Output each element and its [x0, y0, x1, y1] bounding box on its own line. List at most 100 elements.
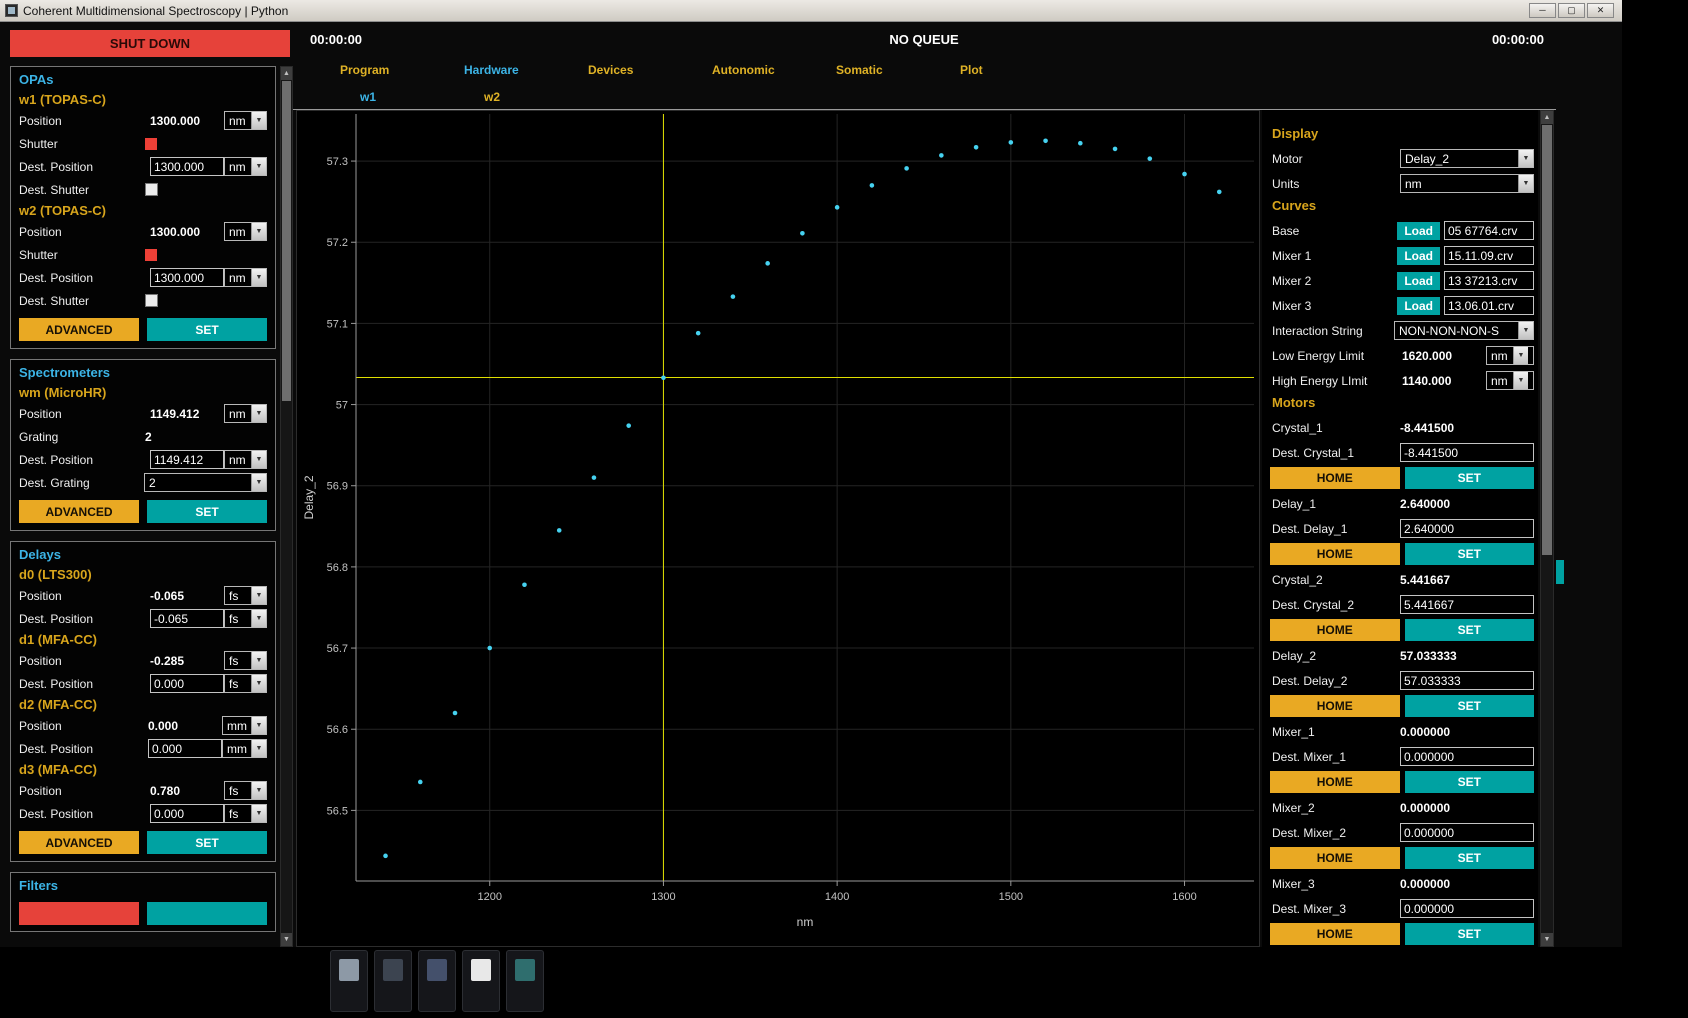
motor-dest-input[interactable] [1400, 519, 1534, 538]
scrollbar-thumb[interactable] [282, 81, 291, 401]
tab[interactable]: Devices [588, 63, 712, 77]
tab[interactable]: Autonomic [712, 63, 836, 77]
motor-dest-input[interactable] [1400, 899, 1534, 918]
curve-file-input[interactable] [1444, 221, 1534, 240]
load-button[interactable]: Load [1397, 247, 1440, 265]
motor-dest-input[interactable] [1400, 443, 1534, 462]
maximize-button[interactable]: ▢ [1558, 3, 1585, 18]
advanced-button[interactable]: ADVANCED [19, 831, 139, 854]
dest-shutter-checkbox[interactable] [145, 294, 158, 307]
load-button[interactable]: Load [1397, 272, 1440, 290]
close-button[interactable]: ✕ [1587, 3, 1614, 18]
panel-scrollbar[interactable]: ▲ ▼ [1540, 110, 1554, 947]
home-button[interactable]: HOME [1270, 847, 1400, 869]
home-button[interactable]: HOME [1270, 543, 1400, 565]
chevron-down-icon: ▼ [251, 269, 266, 286]
dest-units-dropdown[interactable]: nm▼ [224, 268, 267, 287]
filters-set-button[interactable] [147, 902, 267, 925]
motor-name: Delay_2 [1272, 649, 1400, 663]
position-units-dropdown[interactable]: fs▼ [224, 586, 267, 605]
position-units-dropdown[interactable]: fs▼ [224, 651, 267, 670]
motor-dest-input[interactable] [1400, 823, 1534, 842]
dest-units-dropdown[interactable]: mm▼ [222, 739, 267, 758]
scroll-down-icon[interactable]: ▼ [281, 933, 292, 946]
dest-position-input[interactable] [150, 804, 224, 823]
curve-row: Mixer 2 Load [1266, 268, 1536, 293]
set-button[interactable]: SET [1405, 467, 1535, 489]
position-units-dropdown[interactable]: nm▼ [224, 222, 267, 241]
scroll-up-icon[interactable]: ▲ [1541, 111, 1553, 124]
home-button[interactable]: HOME [1270, 467, 1400, 489]
shutdown-button[interactable]: SHUT DOWN [10, 30, 290, 57]
position-units-dropdown[interactable]: nm▼ [224, 111, 267, 130]
curve-file-input[interactable] [1444, 246, 1534, 265]
set-button[interactable]: SET [147, 831, 267, 854]
plot-area[interactable]: 1200130014001500160056.556.656.756.856.9… [296, 110, 1260, 947]
home-button[interactable]: HOME [1270, 619, 1400, 641]
home-button[interactable]: HOME [1270, 695, 1400, 717]
home-button[interactable]: HOME [1270, 771, 1400, 793]
tab[interactable]: Program [340, 63, 464, 77]
load-button[interactable]: Load [1397, 222, 1440, 240]
high-energy-units-dropdown[interactable]: nm▼ [1486, 371, 1534, 390]
set-button[interactable]: SET [147, 318, 267, 341]
tab[interactable]: Hardware [464, 63, 588, 77]
dest-shutter-checkbox[interactable] [145, 183, 158, 196]
splitter-handle[interactable] [1556, 560, 1564, 584]
curve-file-input[interactable] [1444, 271, 1534, 290]
display-title: Display [1266, 124, 1536, 146]
motor-dest-input[interactable] [1400, 595, 1534, 614]
dest-units-dropdown[interactable]: nm▼ [224, 157, 267, 176]
dest-position-input[interactable] [150, 450, 224, 469]
units-dropdown[interactable]: nm▼ [1400, 174, 1534, 193]
scrollbar-thumb[interactable] [1542, 125, 1552, 555]
set-button[interactable]: SET [1405, 923, 1535, 945]
set-button[interactable]: SET [1405, 619, 1535, 641]
motor-dropdown[interactable]: Delay_2▼ [1400, 149, 1534, 168]
scroll-down-icon[interactable]: ▼ [1541, 933, 1553, 946]
motor-dest-input[interactable] [1400, 747, 1534, 766]
subtab[interactable]: w2 [484, 90, 608, 104]
filters-button[interactable] [19, 902, 139, 925]
taskbar-icon[interactable] [462, 950, 500, 1012]
dest-units-dropdown[interactable]: fs▼ [224, 674, 267, 693]
curve-file-input[interactable] [1444, 296, 1534, 315]
chevron-down-icon: ▼ [251, 474, 266, 491]
tab[interactable]: Somatic [836, 63, 960, 77]
minimize-button[interactable]: ─ [1529, 3, 1556, 18]
taskbar-icon[interactable] [330, 950, 368, 1012]
low-energy-units-dropdown[interactable]: nm▼ [1486, 346, 1534, 365]
taskbar-icon[interactable] [374, 950, 412, 1012]
set-button[interactable]: SET [1405, 771, 1535, 793]
dest-position-input[interactable] [150, 157, 224, 176]
interaction-dropdown[interactable]: NON-NON-NON-S▼ [1394, 321, 1534, 340]
position-units-dropdown[interactable]: fs▼ [224, 781, 267, 800]
dest-units-dropdown[interactable]: fs▼ [224, 609, 267, 628]
dest-units-dropdown[interactable]: nm▼ [224, 450, 267, 469]
set-button[interactable]: SET [1405, 695, 1535, 717]
position-units-dropdown[interactable]: mm▼ [222, 716, 267, 735]
position-units-dropdown[interactable]: nm▼ [224, 404, 267, 423]
scroll-up-icon[interactable]: ▲ [281, 67, 292, 80]
taskbar-icon[interactable] [506, 950, 544, 1012]
dest-position-input[interactable] [150, 674, 224, 693]
dest-grating-dropdown[interactable]: 2▼ [144, 473, 267, 492]
sidebar-scrollbar[interactable]: ▲ ▼ [280, 66, 293, 947]
motor-dest-input[interactable] [1400, 671, 1534, 690]
advanced-button[interactable]: ADVANCED [19, 500, 139, 523]
dest-position-input[interactable] [150, 268, 224, 287]
dest-position-input[interactable] [150, 609, 224, 628]
home-button[interactable]: HOME [1270, 923, 1400, 945]
subtab[interactable]: w1 [360, 90, 484, 104]
taskbar-icon[interactable] [418, 950, 456, 1012]
dest-position-input[interactable] [148, 739, 222, 758]
set-button[interactable]: SET [1405, 847, 1535, 869]
advanced-button[interactable]: ADVANCED [19, 318, 139, 341]
set-button[interactable]: SET [147, 500, 267, 523]
set-button[interactable]: SET [1405, 543, 1535, 565]
motor-value: 5.441667 [1400, 573, 1534, 587]
dest-units-dropdown[interactable]: fs▼ [224, 804, 267, 823]
svg-text:56.6: 56.6 [327, 724, 348, 736]
load-button[interactable]: Load [1397, 297, 1440, 315]
tab[interactable]: Plot [960, 63, 1084, 77]
